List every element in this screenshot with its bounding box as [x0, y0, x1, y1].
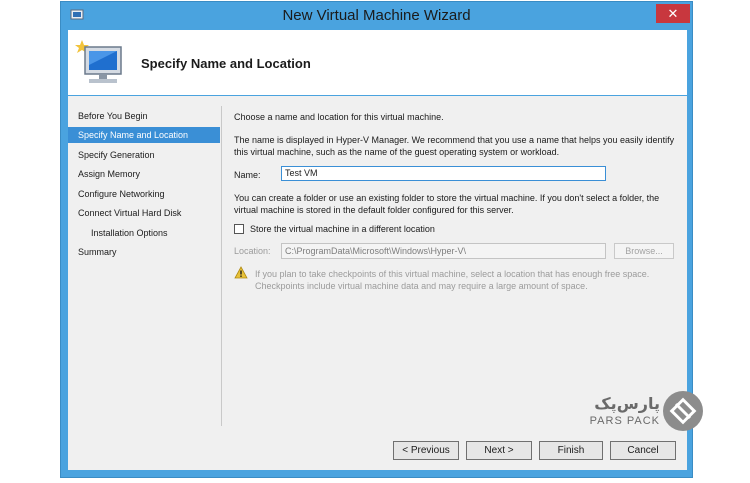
step-installation-options[interactable]: Installation Options — [68, 225, 220, 241]
next-button[interactable]: Next > — [466, 441, 532, 460]
parspack-watermark: پارس‌پک PARS PACK — [580, 388, 710, 434]
title-bar[interactable]: New Virtual Machine Wizard ✕ — [61, 2, 692, 29]
wizard-header: Specify Name and Location — [68, 30, 687, 95]
previous-button[interactable]: < Previous — [393, 441, 459, 460]
window-title: New Virtual Machine Wizard — [282, 7, 471, 24]
page-title: Specify Name and Location — [141, 56, 311, 71]
watermark-english-text: PARS PACK — [589, 415, 660, 427]
step-assign-memory[interactable]: Assign Memory — [68, 166, 220, 182]
step-connect-virtual-hard-disk[interactable]: Connect Virtual Hard Disk — [68, 205, 220, 221]
store-different-location-label[interactable]: Store the virtual machine in a different… — [250, 223, 435, 235]
close-button[interactable]: ✕ — [656, 4, 690, 23]
wizard-steps-nav: Before You Begin Specify Name and Locati… — [68, 96, 220, 470]
name-label: Name: — [234, 170, 261, 180]
nav-divider — [221, 106, 222, 426]
vm-name-input[interactable]: Test VM — [281, 166, 606, 181]
location-label: Location: — [234, 246, 271, 256]
name-help-text: The name is displayed in Hyper-V Manager… — [234, 135, 675, 157]
store-different-location-checkbox[interactable] — [234, 224, 244, 234]
location-input[interactable]: C:\ProgramData\Microsoft\Windows\Hyper-V… — [281, 243, 606, 259]
step-summary[interactable]: Summary — [68, 244, 220, 260]
step-specify-name-and-location[interactable]: Specify Name and Location — [68, 127, 220, 143]
new-vm-icon — [75, 40, 122, 83]
browse-button[interactable]: Browse... — [614, 243, 674, 259]
step-configure-networking[interactable]: Configure Networking — [68, 186, 220, 202]
step-specify-generation[interactable]: Specify Generation — [68, 147, 220, 163]
warning-icon — [234, 266, 248, 279]
step-before-you-begin[interactable]: Before You Begin — [68, 108, 220, 124]
checkpoint-warning-text: If you plan to take checkpoints of this … — [255, 269, 650, 291]
folder-help-text: You can create a folder or use an existi… — [234, 193, 660, 215]
watermark-persian-text: پارس‌پک — [594, 394, 660, 413]
finish-button[interactable]: Finish — [539, 441, 603, 460]
parspack-logo-icon — [663, 391, 703, 431]
cancel-button[interactable]: Cancel — [610, 441, 676, 460]
intro-text: Choose a name and location for this virt… — [234, 112, 444, 122]
